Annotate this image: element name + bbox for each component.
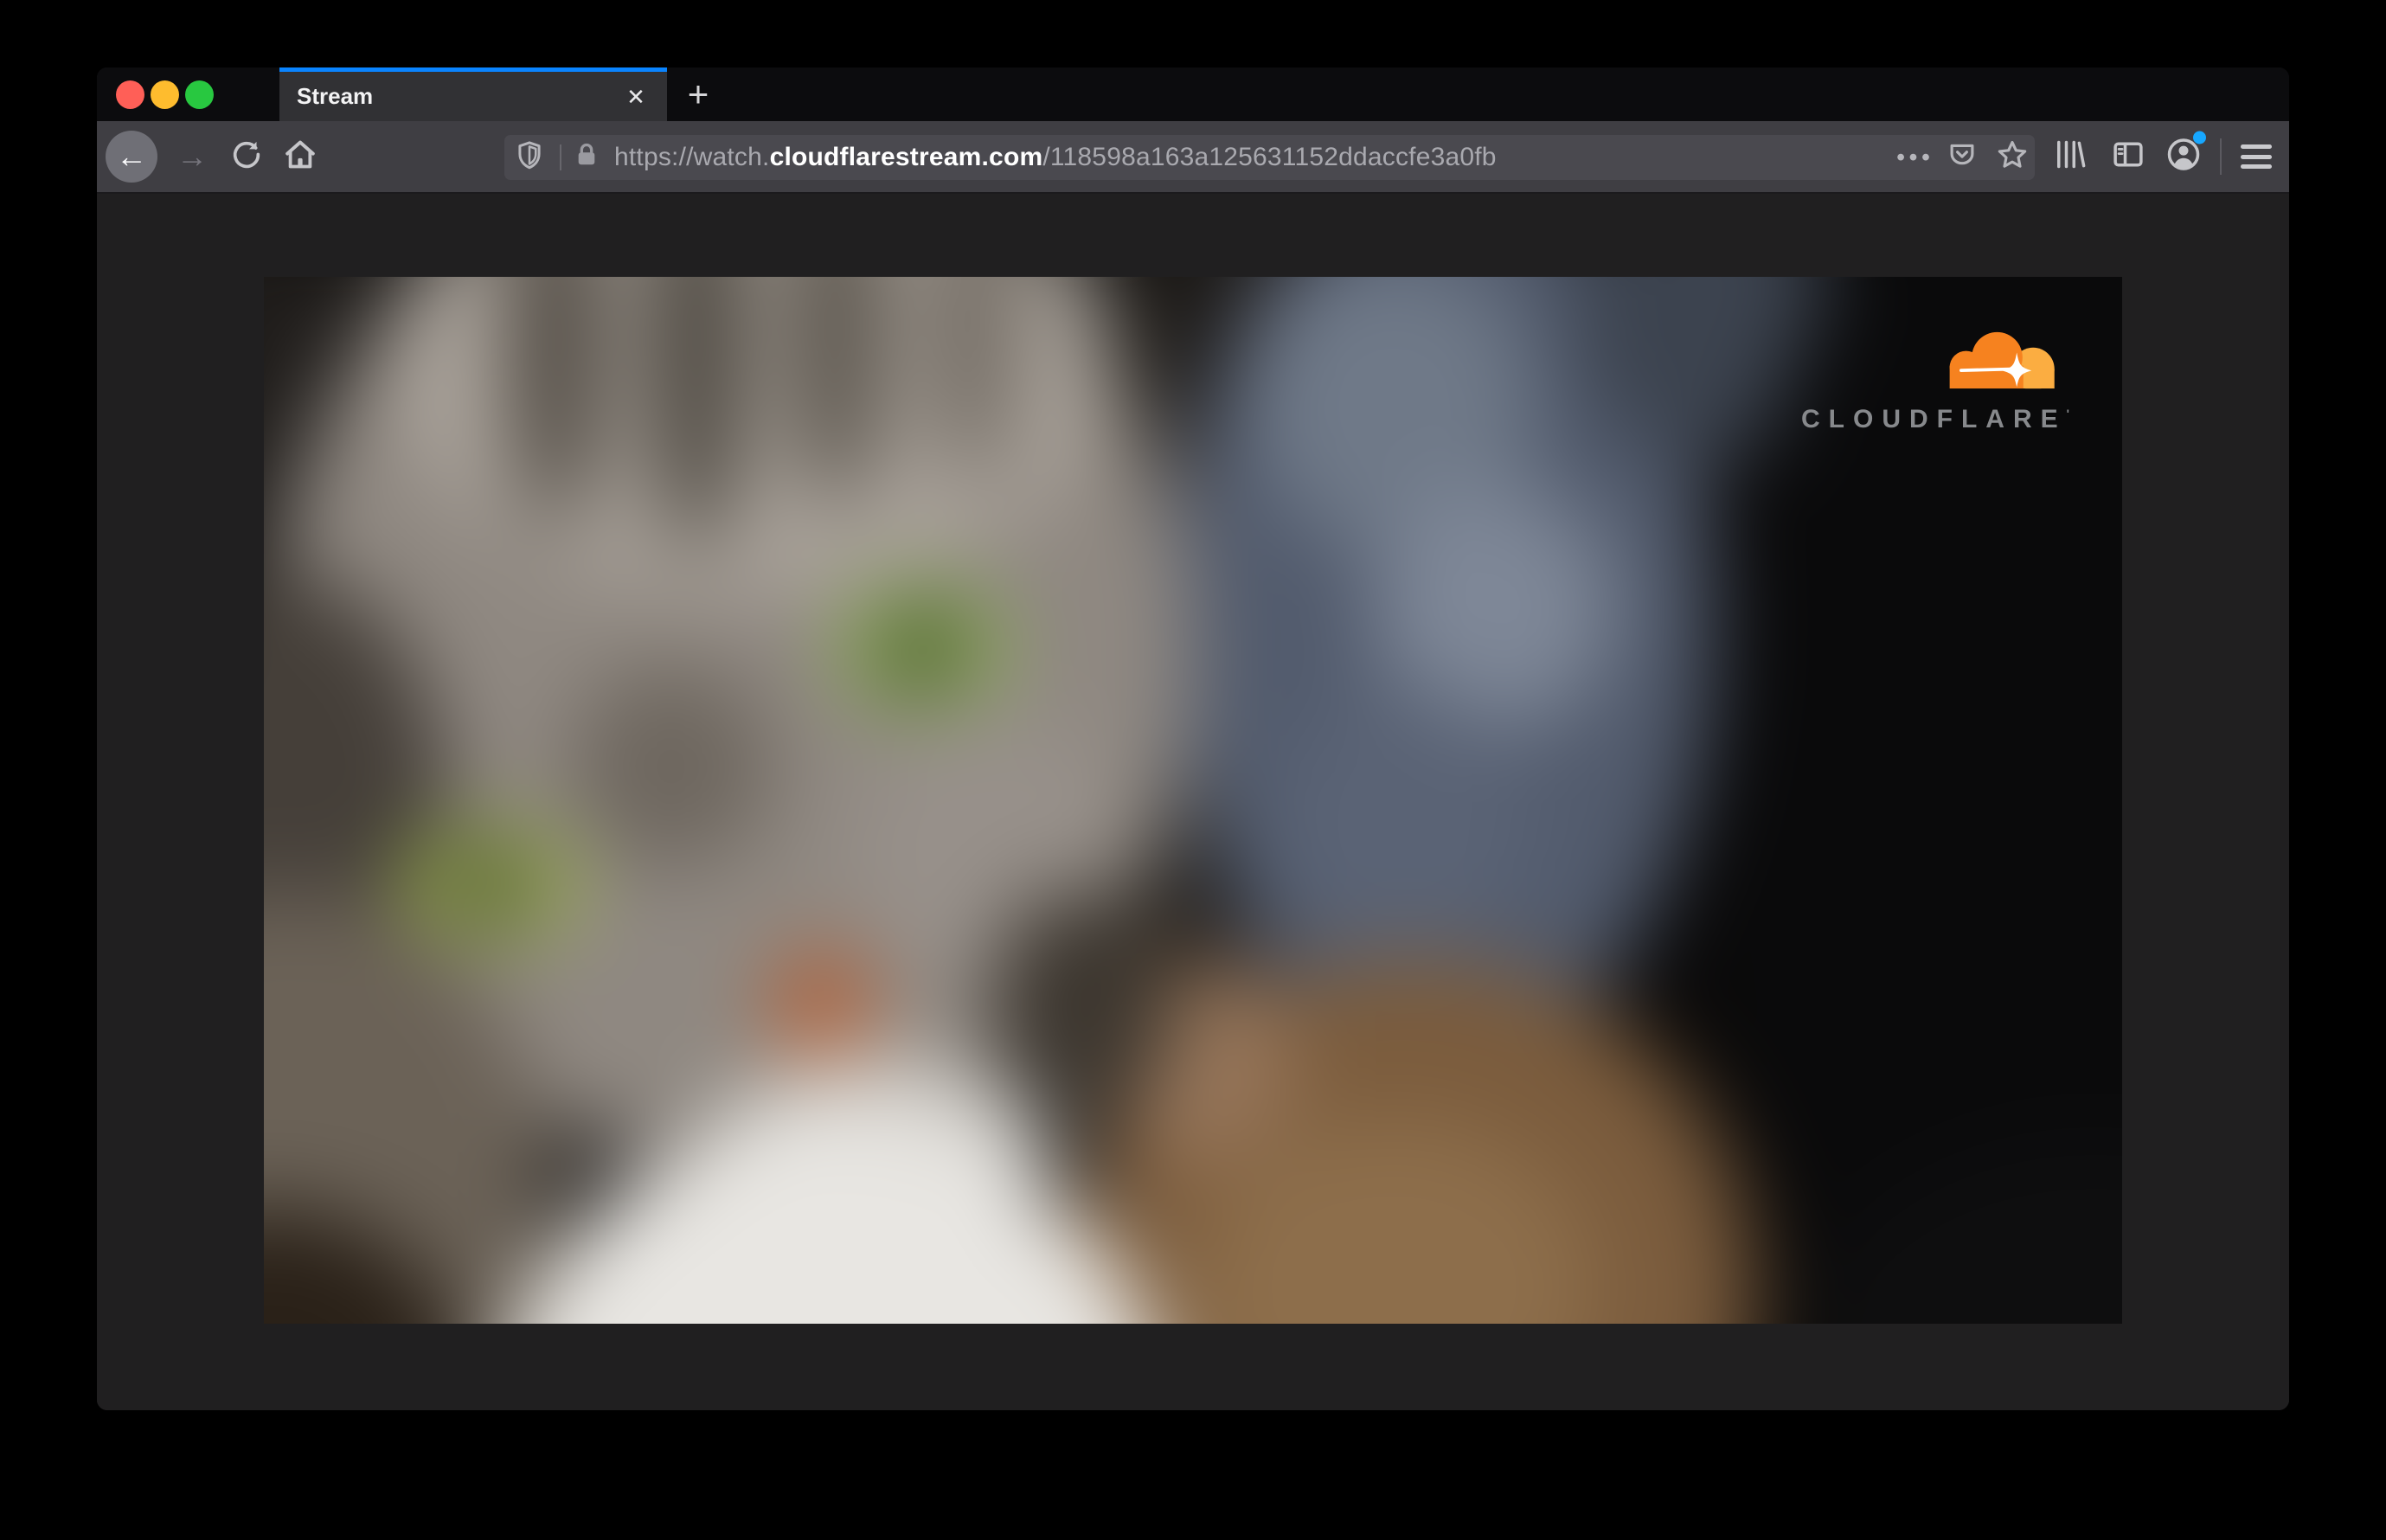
- browser-window: Stream ✕ + ← → https://watch.cloudflares…: [97, 67, 2289, 1410]
- zoom-window-button[interactable]: [185, 80, 214, 109]
- account-notification-dot: [2193, 131, 2206, 144]
- urlbar-separator: [560, 144, 561, 170]
- navigation-toolbar: ← → https://watch.cloudflarestream.com/1…: [97, 121, 2289, 194]
- window-controls: [97, 67, 279, 121]
- toolbar-divider: [2220, 138, 2222, 175]
- desktop-background: Stream ✕ + ← → https://watch.cloudflares…: [0, 0, 2386, 1540]
- url-scheme-host: https://watch.: [614, 143, 770, 171]
- home-icon: [285, 140, 315, 169]
- page-content: CLOUDFLARE': [97, 277, 2289, 1410]
- pocket-icon[interactable]: [1946, 139, 1979, 176]
- tab-title: Stream: [297, 83, 374, 109]
- sidebar-button[interactable]: [2110, 137, 2146, 177]
- new-tab-button[interactable]: +: [681, 76, 715, 112]
- account-button[interactable]: [2165, 131, 2206, 178]
- forward-button[interactable]: →: [176, 138, 208, 175]
- home-button[interactable]: [282, 137, 318, 177]
- menu-icon: [2241, 144, 2272, 149]
- reload-icon: [233, 141, 260, 169]
- cloudflare-wordmark: CLOUDFLARE': [1801, 405, 2069, 433]
- library-button[interactable]: [2051, 137, 2088, 177]
- sidebar-icon: [2113, 142, 2143, 167]
- reload-button[interactable]: [229, 138, 264, 176]
- bookmark-star-icon[interactable]: [1995, 138, 2030, 177]
- close-window-button[interactable]: [116, 80, 144, 109]
- tab-close-icon[interactable]: ✕: [619, 80, 653, 114]
- cloudflare-watermark: CLOUDFLARE': [1775, 330, 2069, 434]
- url-domain: cloudflarestream.com: [769, 143, 1043, 171]
- page-actions-icon[interactable]: •••: [1896, 144, 1934, 171]
- url-text[interactable]: https://watch.cloudflarestream.com/11859…: [614, 143, 1497, 172]
- url-path: /118598a163a125631152ddaccfe3a0fb: [1042, 143, 1497, 171]
- tracking-protection-shield-icon[interactable]: [513, 139, 546, 176]
- tab-strip-spacer: [715, 67, 2289, 121]
- minimize-window-button[interactable]: [151, 80, 179, 109]
- back-icon: ←: [116, 138, 147, 174]
- tab-strip: Stream ✕ +: [97, 67, 2289, 121]
- back-button[interactable]: ←: [106, 131, 157, 183]
- menu-button[interactable]: [2241, 144, 2272, 169]
- library-icon: [2057, 140, 2086, 169]
- url-bar[interactable]: https://watch.cloudflarestream.com/11859…: [504, 135, 2035, 180]
- cloudflare-cloud-icon: [1931, 330, 2063, 395]
- video-player[interactable]: CLOUDFLARE': [264, 277, 2122, 1324]
- tab-stream[interactable]: Stream ✕: [279, 67, 667, 121]
- lock-icon[interactable]: [571, 140, 602, 176]
